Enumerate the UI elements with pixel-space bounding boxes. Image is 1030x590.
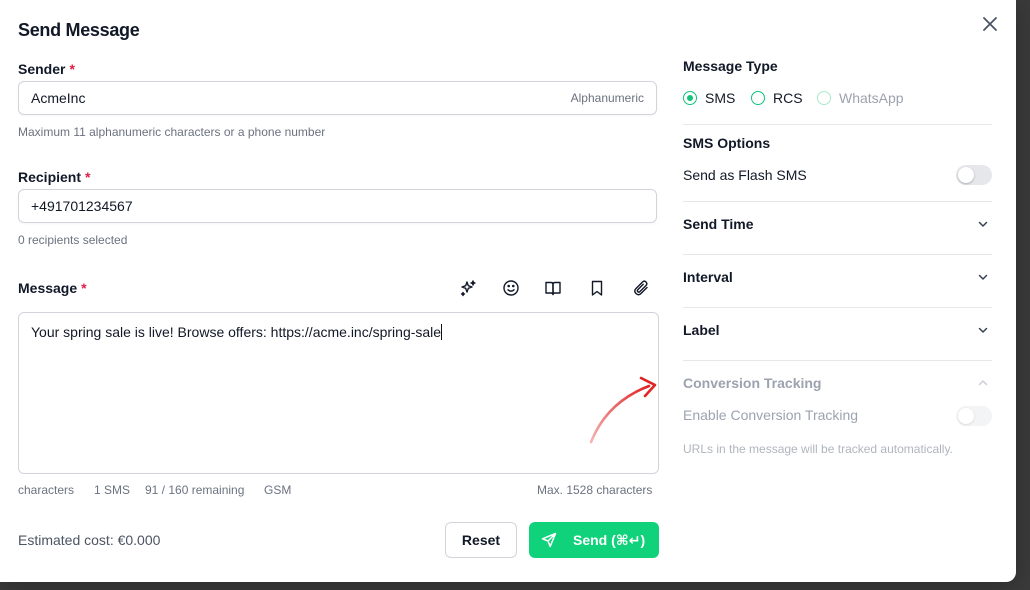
estimated-cost: Estimated cost: €0.000 [18, 532, 161, 548]
send-button[interactable]: Send (⌘↵) [529, 522, 659, 558]
max-characters: Max. 1528 characters [537, 483, 653, 497]
dialog-title: Send Message [18, 20, 140, 40]
radio-sms-label: SMS [705, 90, 736, 106]
sender-type-hint: Alphanumeric [570, 91, 644, 105]
sender-value: AcmeInc [31, 90, 86, 106]
recipient-help: 0 recipients selected [18, 233, 128, 247]
sms-count: 1 SMS [94, 483, 131, 497]
message-text: Your spring sale is live! Browse offers:… [31, 324, 442, 340]
divider [683, 307, 992, 308]
chevron-down-icon[interactable] [977, 218, 989, 230]
sender-label: Sender * [18, 61, 75, 77]
close-icon[interactable] [980, 14, 1000, 34]
divider [683, 360, 992, 361]
radio-rcs-label: RCS [773, 90, 803, 106]
send-message-dialog: Send Message Sender * AcmeInc Alphanumeri… [0, 0, 1016, 582]
flash-sms-label: Send as Flash SMS [683, 167, 807, 183]
remaining-count: 91 / 160 remaining [145, 483, 245, 497]
send-label: Send (⌘↵) [573, 531, 646, 548]
radio-whatsapp [817, 91, 831, 105]
radio-sms[interactable] [683, 91, 697, 105]
chevron-down-icon[interactable] [977, 271, 989, 283]
interval-section[interactable]: Interval [683, 269, 733, 285]
message-label: Message * [18, 280, 87, 296]
sms-options-label: SMS Options [683, 135, 771, 151]
enable-conversion-label: Enable Conversion Tracking [683, 407, 859, 423]
divider [683, 124, 992, 125]
label-section[interactable]: Label [683, 322, 720, 338]
send-icon [541, 532, 557, 548]
recipient-input[interactable]: +491701234567 [18, 189, 657, 223]
required-mark: * [69, 61, 75, 77]
divider [683, 201, 992, 202]
text-caret [441, 324, 443, 340]
message-textarea[interactable]: Your spring sale is live! Browse offers:… [18, 312, 659, 474]
paperclip-icon[interactable] [632, 279, 650, 297]
conversion-note: URLs in the message will be tracked auto… [683, 442, 953, 456]
char-count-label: characters [18, 483, 75, 497]
recipient-value: +491701234567 [31, 198, 133, 214]
chevron-down-icon[interactable] [977, 324, 989, 336]
bookmark-icon[interactable] [588, 279, 606, 297]
sender-input[interactable]: AcmeInc Alphanumeric [18, 81, 657, 115]
chevron-up-icon[interactable] [977, 377, 989, 389]
radio-rcs[interactable] [751, 91, 765, 105]
reset-button[interactable]: Reset [445, 522, 517, 558]
flash-sms-toggle[interactable] [956, 165, 992, 185]
required-mark: * [85, 169, 91, 185]
conversion-toggle [956, 406, 992, 426]
book-open-icon[interactable] [544, 279, 562, 297]
encoding-badge: GSM [264, 483, 292, 497]
recipient-label: Recipient * [18, 169, 91, 185]
radio-whatsapp-label: WhatsApp [839, 90, 904, 106]
emoji-icon[interactable] [502, 279, 520, 297]
annotation-arrow [589, 376, 657, 444]
divider [683, 254, 992, 255]
send-time-section[interactable]: Send Time [683, 216, 754, 232]
sparkles-icon[interactable] [459, 279, 477, 297]
required-mark: * [81, 280, 87, 296]
conversion-tracking-section[interactable]: Conversion Tracking [683, 375, 821, 391]
message-type-label: Message Type [683, 58, 778, 74]
sender-help: Maximum 11 alphanumeric characters or a … [18, 125, 326, 139]
